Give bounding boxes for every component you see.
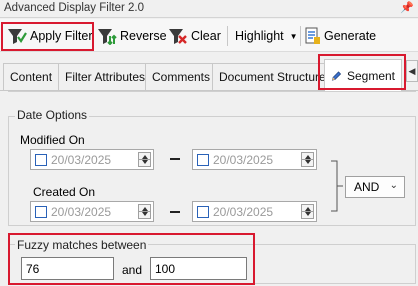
spinner-icon[interactable] [138,204,151,219]
spinner-icon[interactable] [138,152,151,167]
dropdown-arrow-icon: ▼ [289,31,298,41]
created-from-checkbox[interactable] [35,205,47,218]
created-from-date-picker[interactable]: 20/03/2025 [30,201,154,222]
clear-button[interactable]: Clear [168,24,221,48]
created-from-value: 20/03/2025 [51,204,112,219]
generate-button[interactable]: Generate [305,24,376,48]
window-title: Advanced Display Filter 2.0 [4,2,144,14]
tab-document-structure[interactable]: Document Structure [212,63,333,90]
apply-filter-highlight [1,22,94,51]
modified-to-checkbox[interactable] [197,153,209,166]
pin-icon[interactable]: 📌 [400,1,414,14]
tab-scroll-left-icon[interactable]: ◀ [406,60,418,82]
toolbar-separator [300,26,301,46]
highlight-label: Highlight [235,29,284,43]
funnel-clear-icon [169,29,187,44]
reverse-button[interactable]: Reverse [97,24,167,48]
date-operator-select[interactable]: AND ⌄ [345,176,405,198]
generate-label: Generate [324,29,377,43]
date-operator-value: AND [354,180,380,194]
date-options-legend: Date Options [15,108,90,122]
tab-content[interactable]: Content [3,63,60,90]
reverse-label: Reverse [120,29,167,43]
document-generate-icon [305,27,320,44]
modified-from-value: 20/03/2025 [51,152,112,167]
modified-on-label: Modified On [20,133,85,147]
modified-from-date-picker[interactable]: 20/03/2025 [30,149,154,170]
clear-label: Clear [191,29,221,43]
toolbar: Apply Filter Reverse Clear Highlight ▼ G… [0,19,418,52]
modified-from-checkbox[interactable] [35,153,47,166]
divider [8,91,416,92]
tab-filter-attributes[interactable]: Filter Attributes [58,63,153,90]
chevron-down-icon: ⌄ [389,180,398,191]
tab-comments[interactable]: Comments [145,63,218,90]
toolbar-separator [227,26,228,46]
range-dash [170,211,180,213]
fuzzy-highlight [8,233,255,285]
segment-panel: Date Options Modified On 20/03/2025 20/0… [0,91,418,286]
created-on-label: Created On [33,185,96,199]
created-to-checkbox[interactable] [197,205,209,218]
spinner-icon[interactable] [301,152,314,167]
funnel-reverse-icon [98,29,117,45]
spinner-icon[interactable] [301,204,314,219]
modified-to-date-picker[interactable]: 20/03/2025 [192,149,317,170]
highlight-dropdown[interactable]: Highlight ▼ [235,24,298,48]
bracket-icon [331,160,343,212]
range-dash [170,158,180,160]
created-to-date-picker[interactable]: 20/03/2025 [192,201,317,222]
title-bar: Advanced Display Filter 2.0 📌 [0,0,418,18]
modified-to-value: 20/03/2025 [213,152,274,167]
created-to-value: 20/03/2025 [213,204,274,219]
segment-tab-highlight [318,54,406,90]
